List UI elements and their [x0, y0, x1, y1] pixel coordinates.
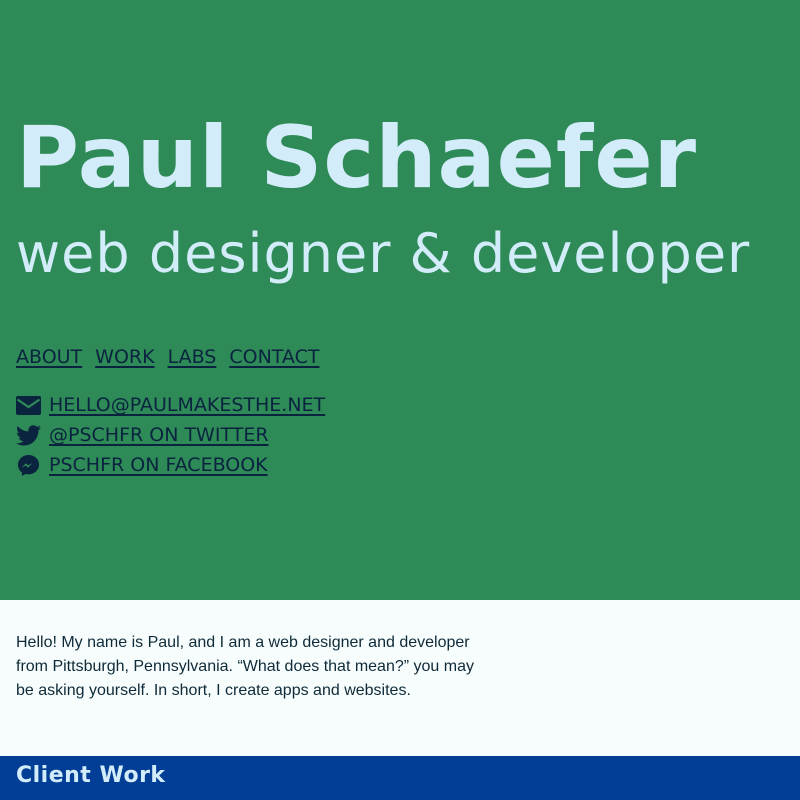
- nav-contact-link[interactable]: CONTACT: [229, 345, 319, 369]
- contact-list: HELLO@PAULMAKESTHE.NET @PSCHFR ON TWITTE…: [16, 393, 325, 477]
- contact-twitter-row: @PSCHFR ON TWITTER: [16, 423, 325, 447]
- intro-section: Hello! My name is Paul, and I am a web d…: [0, 600, 800, 756]
- nav-work-link[interactable]: WORK: [95, 345, 154, 369]
- email-link[interactable]: HELLO@PAULMAKESTHE.NET: [49, 393, 325, 417]
- client-work-heading: Client Work: [16, 763, 166, 788]
- intro-text: Hello! My name is Paul, and I am a web d…: [16, 634, 474, 699]
- envelope-icon: [16, 394, 41, 416]
- tagline: web designer & developer: [16, 222, 751, 285]
- facebook-link[interactable]: PSCHFR ON FACEBOOK: [49, 453, 268, 477]
- twitter-link[interactable]: @PSCHFR ON TWITTER: [49, 423, 269, 447]
- nav-labs-link[interactable]: LABS: [168, 345, 217, 369]
- client-work-section: Client Work: [0, 756, 800, 800]
- nav-about-link[interactable]: ABOUT: [16, 345, 82, 369]
- hero-section: Paul Schaefer web designer & developer A…: [0, 0, 800, 600]
- contact-facebook-row: PSCHFR ON FACEBOOK: [16, 453, 325, 477]
- twitter-icon: [16, 424, 41, 446]
- main-nav: ABOUT WORK LABS CONTACT: [16, 345, 319, 369]
- contact-email-row: HELLO@PAULMAKESTHE.NET: [16, 393, 325, 417]
- messenger-icon: [16, 454, 41, 476]
- site-title: Paul Schaefer: [16, 108, 698, 208]
